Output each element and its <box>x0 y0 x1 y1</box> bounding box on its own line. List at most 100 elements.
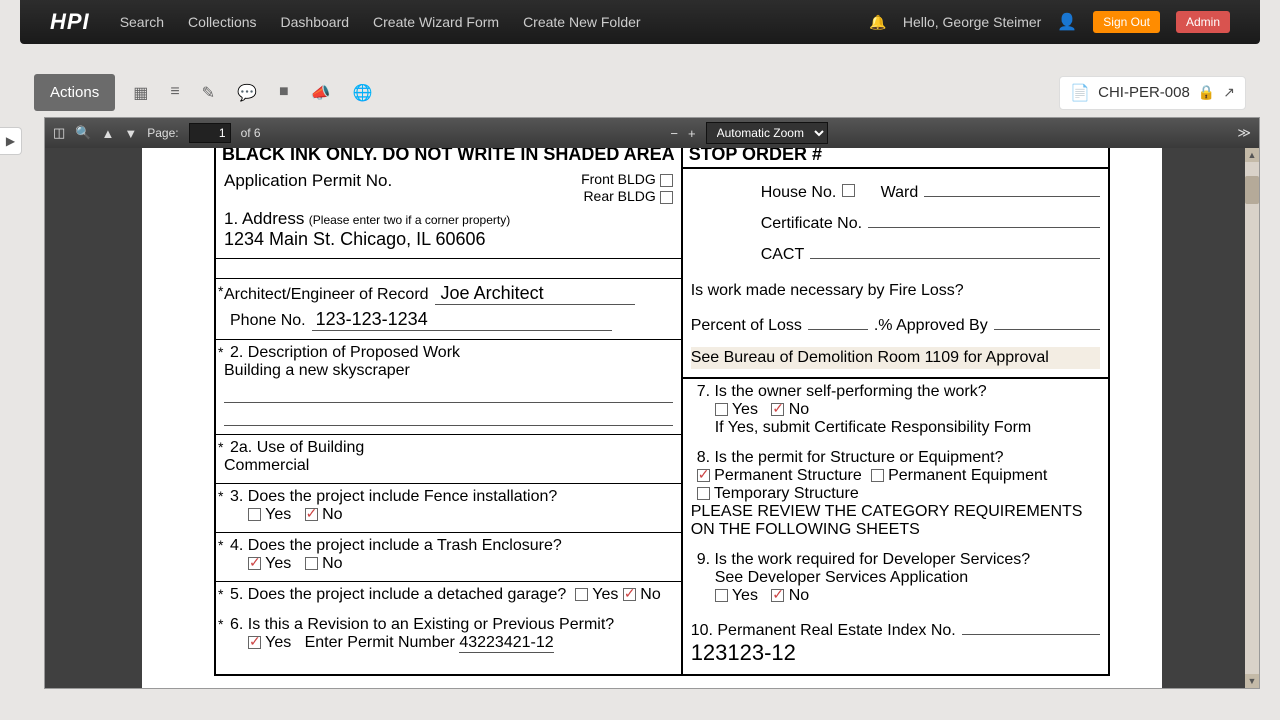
search-icon[interactable]: 🔍 <box>75 125 91 141</box>
q6-yes-checkbox[interactable] <box>248 636 261 649</box>
q6-label: 6. Is this a Revision to an Existing or … <box>230 616 673 634</box>
nav-create-wizard[interactable]: Create Wizard Form <box>373 14 499 30</box>
grid-icon[interactable]: ▦ <box>133 83 148 103</box>
q8-temp-struct-checkbox[interactable] <box>697 487 710 500</box>
q9-no-checkbox[interactable] <box>771 589 784 602</box>
nav-search[interactable]: Search <box>120 14 164 30</box>
nav-create-folder[interactable]: Create New Folder <box>523 14 641 30</box>
arch-label: Architect/Engineer of Record <box>224 286 429 304</box>
q10-value: 123123-12 <box>691 640 1100 666</box>
q4-label: 4. Does the project include a Trash Encl… <box>230 537 673 555</box>
q8-perm-struct-checkbox[interactable] <box>697 469 710 482</box>
rear-bldg-label: Rear BLDG <box>583 188 655 204</box>
q7-note: If Yes, submit Certificate Responsibilit… <box>715 419 1100 437</box>
front-bldg-label: Front BLDG <box>581 171 656 187</box>
tools-icon[interactable]: ≫ <box>1237 125 1251 141</box>
q10-label: 10. Permanent Real Estate Index No. <box>691 622 956 640</box>
nav-dashboard[interactable]: Dashboard <box>281 14 350 30</box>
user-icon[interactable]: 👤 <box>1057 12 1077 32</box>
q5-no-checkbox[interactable] <box>623 588 636 601</box>
page-canvas: BLACK INK ONLY. DO NOT WRITE IN SHADED A… <box>142 148 1162 688</box>
expand-sidebar-button[interactable]: ▶ <box>0 127 22 155</box>
cact-label: CACT <box>761 246 805 264</box>
yes-label: Yes <box>265 506 291 523</box>
scroll-thumb[interactable] <box>1245 176 1259 204</box>
zoom-out-icon[interactable]: − <box>670 126 678 141</box>
lock-icon[interactable]: 🔒 <box>1198 84 1215 101</box>
next-page-icon[interactable]: ▼ <box>124 126 137 141</box>
q4-no-checkbox[interactable] <box>305 557 318 570</box>
doc-id-box: 📄 CHI-PER-008 🔒 ↗ <box>1059 76 1246 110</box>
admin-button[interactable]: Admin <box>1176 11 1230 33</box>
q8-perm-equip-checkbox[interactable] <box>871 469 884 482</box>
globe-icon[interactable]: 🌐 <box>353 83 373 103</box>
scroll-up-icon[interactable]: ▲ <box>1245 148 1259 162</box>
q6-enter-label: Enter Permit Number <box>305 634 455 651</box>
nav-links: Search Collections Dashboard Create Wiza… <box>120 14 870 30</box>
greeting: Hello, George Steimer <box>903 14 1042 30</box>
nav-collections[interactable]: Collections <box>188 14 256 30</box>
prev-page-icon[interactable]: ▲ <box>101 126 114 141</box>
header-right: STOP ORDER # <box>683 148 1108 167</box>
q9-yes-checkbox[interactable] <box>715 589 728 602</box>
house-no-checkbox[interactable] <box>842 184 855 197</box>
comment-icon[interactable]: 💬 <box>237 83 257 103</box>
document-area: BLACK INK ONLY. DO NOT WRITE IN SHADED A… <box>45 148 1259 688</box>
announce-icon[interactable]: 📣 <box>311 83 331 103</box>
q2-value: Building a new skyscraper <box>224 362 673 380</box>
front-bldg-checkbox[interactable] <box>660 174 673 187</box>
scroll-down-icon[interactable]: ▼ <box>1245 674 1259 688</box>
scrollbar[interactable]: ▲ ▼ <box>1245 148 1259 688</box>
bureau-note: See Bureau of Demolition Room 1109 for A… <box>691 347 1100 369</box>
viewer-toolbar: ◫ 🔍 ▲ ▼ Page: of 6 − + Automatic Zoom ≫ <box>45 118 1259 148</box>
q3-label: 3. Does the project include Fence instal… <box>230 488 673 506</box>
zoom-in-icon[interactable]: + <box>688 126 696 141</box>
toolbar: Actions ▦ ≡ ✎ 💬 ■ 📣 🌐 📄 CHI-PER-008 🔒 ↗ <box>34 74 1246 111</box>
q5-yes-checkbox[interactable] <box>575 588 588 601</box>
sidebar-toggle-icon[interactable]: ◫ <box>53 125 65 141</box>
cert-no-label: Certificate No. <box>761 215 862 233</box>
arch-value: Joe Architect <box>435 283 635 305</box>
q9-label: 9. Is the work required for Developer Se… <box>697 551 1100 569</box>
navbar: HPI Search Collections Dashboard Create … <box>20 0 1260 44</box>
q1-hint: (Please enter two if a corner property) <box>309 213 510 227</box>
q3-no-checkbox[interactable] <box>305 508 318 521</box>
q7-label: 7. Is the owner self-performing the work… <box>697 383 1100 401</box>
fire-loss-label: Is work made necessary by Fire Loss? <box>691 282 1100 300</box>
q9-note: See Developer Services Application <box>715 569 1100 587</box>
q7-no-checkbox[interactable] <box>771 403 784 416</box>
sign-out-button[interactable]: Sign Out <box>1093 11 1160 33</box>
page-icon: 📄 <box>1070 83 1090 103</box>
q1-value: 1234 Main St. Chicago, IL 60606 <box>224 229 581 250</box>
phone-label: Phone No. <box>230 312 306 330</box>
pct-loss-label: Percent of Loss <box>691 317 802 335</box>
q6-value: 43223421-12 <box>459 634 553 653</box>
doc-id: CHI-PER-008 <box>1098 84 1190 101</box>
page-of: of 6 <box>241 126 261 140</box>
header-left: BLACK INK ONLY. DO NOT WRITE IN SHADED A… <box>216 148 681 167</box>
bell-icon[interactable]: 🔔 <box>869 14 886 31</box>
zoom-select[interactable]: Automatic Zoom <box>706 122 828 144</box>
edit-icon[interactable]: ✎ <box>202 83 215 103</box>
list-icon[interactable]: ≡ <box>170 83 179 103</box>
page-label: Page: <box>147 126 178 140</box>
share-icon[interactable]: ↗ <box>1223 84 1235 101</box>
pdf-viewer: ◫ 🔍 ▲ ▼ Page: of 6 − + Automatic Zoom ≫ … <box>44 117 1260 689</box>
pct-approved-label: .% Approved By <box>874 317 988 335</box>
rear-bldg-checkbox[interactable] <box>660 191 673 204</box>
q7-yes-checkbox[interactable] <box>715 403 728 416</box>
q2a-value: Commercial <box>224 457 673 475</box>
q2a-label: 2a. Use of Building <box>230 439 364 456</box>
phone-value: 123-123-1234 <box>312 309 612 331</box>
page-input[interactable] <box>189 123 231 143</box>
q3-yes-checkbox[interactable] <box>248 508 261 521</box>
q4-yes-checkbox[interactable] <box>248 557 261 570</box>
q8-label: 8. Is the permit for Structure or Equipm… <box>697 449 1100 467</box>
q1-label: 1. Address <box>224 209 304 228</box>
q2-label: 2. Description of Proposed Work <box>230 344 673 362</box>
ward-label: Ward <box>881 184 919 202</box>
q5-label: 5. Does the project include a detached g… <box>230 586 566 603</box>
stop-icon[interactable]: ■ <box>279 83 289 103</box>
actions-button[interactable]: Actions <box>34 74 115 111</box>
app-permit-label: Application Permit No. <box>224 171 581 191</box>
